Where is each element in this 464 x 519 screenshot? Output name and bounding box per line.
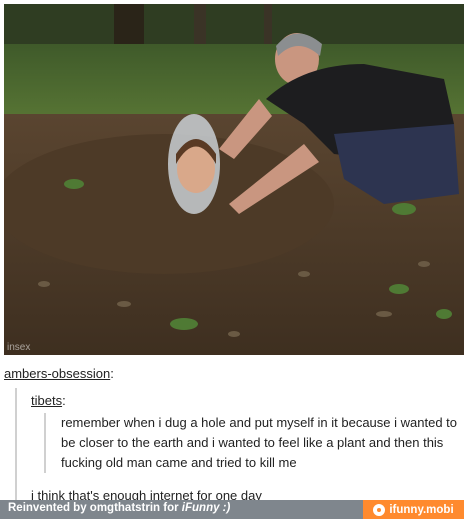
photo-watermark: insex bbox=[7, 342, 31, 353]
quoted-user-colon: : bbox=[62, 393, 66, 408]
ifunny-footer-bar: Reinvented by omgthatstrin for iFunny :)… bbox=[0, 500, 464, 519]
reinvented-credit: Reinvented by omgthatstrin for iFunny :) bbox=[8, 502, 230, 514]
photo-illustration bbox=[4, 4, 464, 355]
reinvented-text: Reinvented by omgthatstrin for bbox=[8, 502, 182, 514]
blog-name-link[interactable]: ambers-obsession bbox=[4, 366, 110, 381]
quoted-user: tibets: bbox=[31, 393, 66, 408]
quote-text: remember when i dug a hole and put mysel… bbox=[44, 413, 464, 473]
quote-block: tibets: remember when i dug a hole and p… bbox=[15, 388, 464, 501]
quote-line: fucking old man came and tried to kill m… bbox=[61, 455, 297, 470]
ifunny-logo-icon bbox=[373, 503, 386, 516]
quote-line: remember when i dug a hole and put mysel… bbox=[61, 415, 458, 430]
ifunny-site-label: ifunny.mobi bbox=[389, 503, 454, 516]
ifunny-brand: iFunny :) bbox=[181, 502, 231, 514]
ifunny-site-badge[interactable]: ifunny.mobi bbox=[363, 500, 464, 519]
quoted-user-link[interactable]: tibets bbox=[31, 393, 62, 408]
quote-line: be closer to the earth and i wanted to f… bbox=[61, 435, 444, 450]
blog-attribution: ambers-obsession: bbox=[4, 366, 114, 381]
post-photo: insex bbox=[4, 4, 464, 355]
blog-name-colon: : bbox=[110, 366, 114, 381]
post-text: ambers-obsession: tibets: remember when … bbox=[0, 355, 464, 501]
